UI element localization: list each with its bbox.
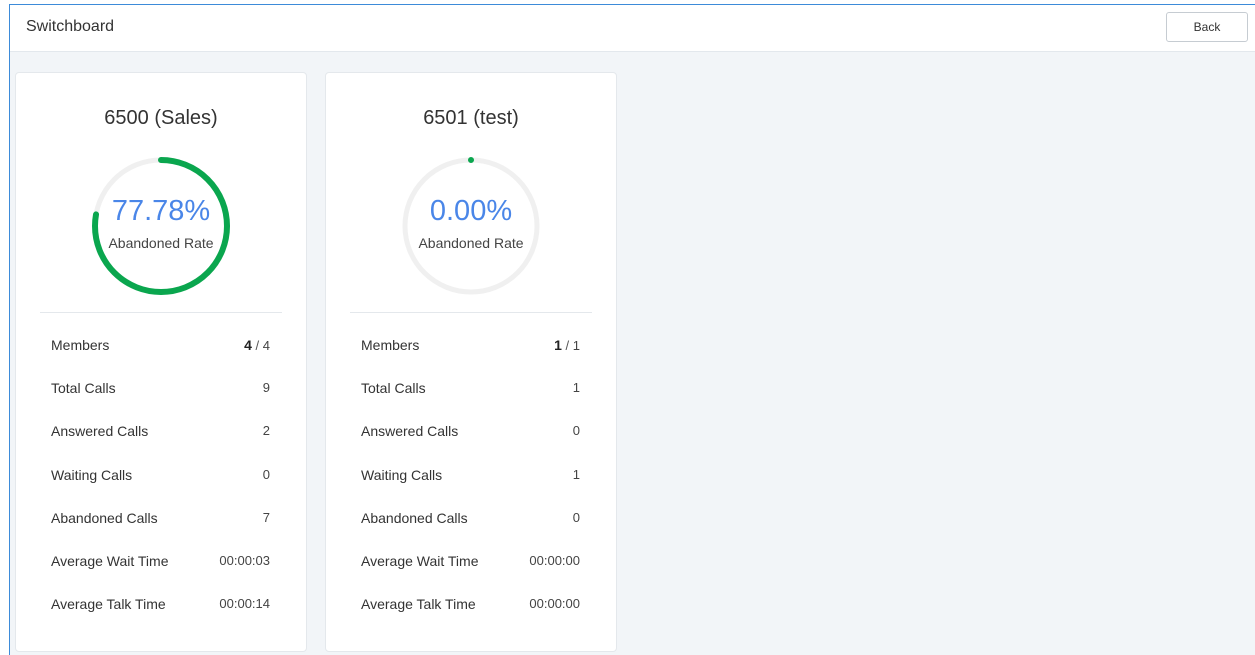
stat-value: 7 [262, 509, 270, 525]
stat-value: 0 [262, 466, 270, 482]
panel-header: Switchboard Back [10, 5, 1255, 52]
stat-value: 00:00:03 [219, 552, 270, 568]
stat-value: 9 [262, 380, 270, 396]
stat-label: Members [51, 337, 110, 353]
stat-value: 1 [572, 380, 580, 396]
stat-label: Waiting Calls [51, 466, 133, 483]
abandoned-rate-gauge: 0.00% Abandoned Rate [402, 157, 540, 295]
stat-label: Average Wait Time [361, 552, 479, 569]
stat-row-abandoned-calls: Abandoned Calls 0 [361, 510, 580, 553]
members-separator: / [251, 338, 263, 353]
stat-row-waiting-calls: Waiting Calls 1 [361, 467, 580, 510]
stat-label: Total Calls [51, 380, 116, 397]
stat-label: Average Wait Time [51, 552, 169, 569]
switchboard-panel: Switchboard Back 6500 (Sales) 77.78% Aba… [9, 4, 1255, 655]
queue-stats: Members 1 / 1 Total Calls 1 Answered Cal… [361, 337, 580, 639]
stat-value: 0 [572, 509, 580, 525]
back-button[interactable]: Back [1166, 12, 1248, 42]
stat-row-average-wait-time: Average Wait Time 00:00:00 [361, 553, 580, 596]
stat-row-average-talk-time: Average Talk Time 00:00:14 [51, 596, 270, 639]
queue-card: 6500 (Sales) 77.78% Abandoned Rate Membe… [15, 72, 307, 652]
members-separator: / [561, 338, 573, 353]
members-count: 1 / 1 [554, 337, 580, 353]
stat-row-answered-calls: Answered Calls 2 [51, 423, 270, 466]
stat-row-average-wait-time: Average Wait Time 00:00:03 [51, 553, 270, 596]
stat-row-average-talk-time: Average Talk Time 00:00:00 [361, 596, 580, 639]
divider [40, 312, 282, 313]
members-total: 4 [262, 338, 270, 353]
members-count: 4 / 4 [244, 337, 270, 353]
stat-row-total-calls: Total Calls 1 [361, 380, 580, 423]
stat-label: Answered Calls [361, 423, 459, 440]
stat-label: Abandoned Calls [51, 509, 158, 526]
stat-value: 00:00:00 [529, 552, 580, 568]
stat-label: Waiting Calls [361, 466, 443, 483]
stat-label: Total Calls [361, 380, 426, 397]
members-online: 1 [554, 337, 562, 353]
stat-label: Average Talk Time [51, 596, 166, 613]
abandoned-rate-label: Abandoned Rate [108, 235, 214, 251]
stat-row-abandoned-calls: Abandoned Calls 7 [51, 510, 270, 553]
queue-card: 6501 (test) 0.00% Abandoned Rate Members… [325, 72, 617, 652]
stat-row-members: Members 1 / 1 [361, 337, 580, 380]
divider [350, 312, 592, 313]
members-online: 4 [244, 337, 252, 353]
stat-row-answered-calls: Answered Calls 0 [361, 423, 580, 466]
stat-value: 0 [572, 423, 580, 439]
stat-value: 1 [572, 466, 580, 482]
stat-label: Answered Calls [51, 423, 149, 440]
abandoned-rate-value: 0.00% [429, 195, 513, 227]
queue-stats: Members 4 / 4 Total Calls 9 Answered Cal… [51, 337, 270, 639]
abandoned-rate-value: 77.78% [111, 195, 211, 227]
stat-value: 00:00:14 [219, 596, 270, 612]
stat-label: Average Talk Time [361, 596, 476, 613]
members-total: 1 [572, 338, 580, 353]
stat-label: Abandoned Calls [361, 509, 468, 526]
stat-row-members: Members 4 / 4 [51, 337, 270, 380]
stat-value: 00:00:00 [529, 596, 580, 612]
stat-value: 2 [262, 423, 270, 439]
queue-title: 6501 (test) [423, 107, 519, 129]
abandoned-rate-label: Abandoned Rate [418, 235, 524, 251]
stat-row-total-calls: Total Calls 9 [51, 380, 270, 423]
stat-row-waiting-calls: Waiting Calls 0 [51, 467, 270, 510]
queue-title: 6500 (Sales) [104, 107, 218, 129]
stat-label: Members [361, 337, 420, 353]
abandoned-rate-gauge: 77.78% Abandoned Rate [92, 157, 230, 295]
page-title: Switchboard [26, 18, 115, 35]
